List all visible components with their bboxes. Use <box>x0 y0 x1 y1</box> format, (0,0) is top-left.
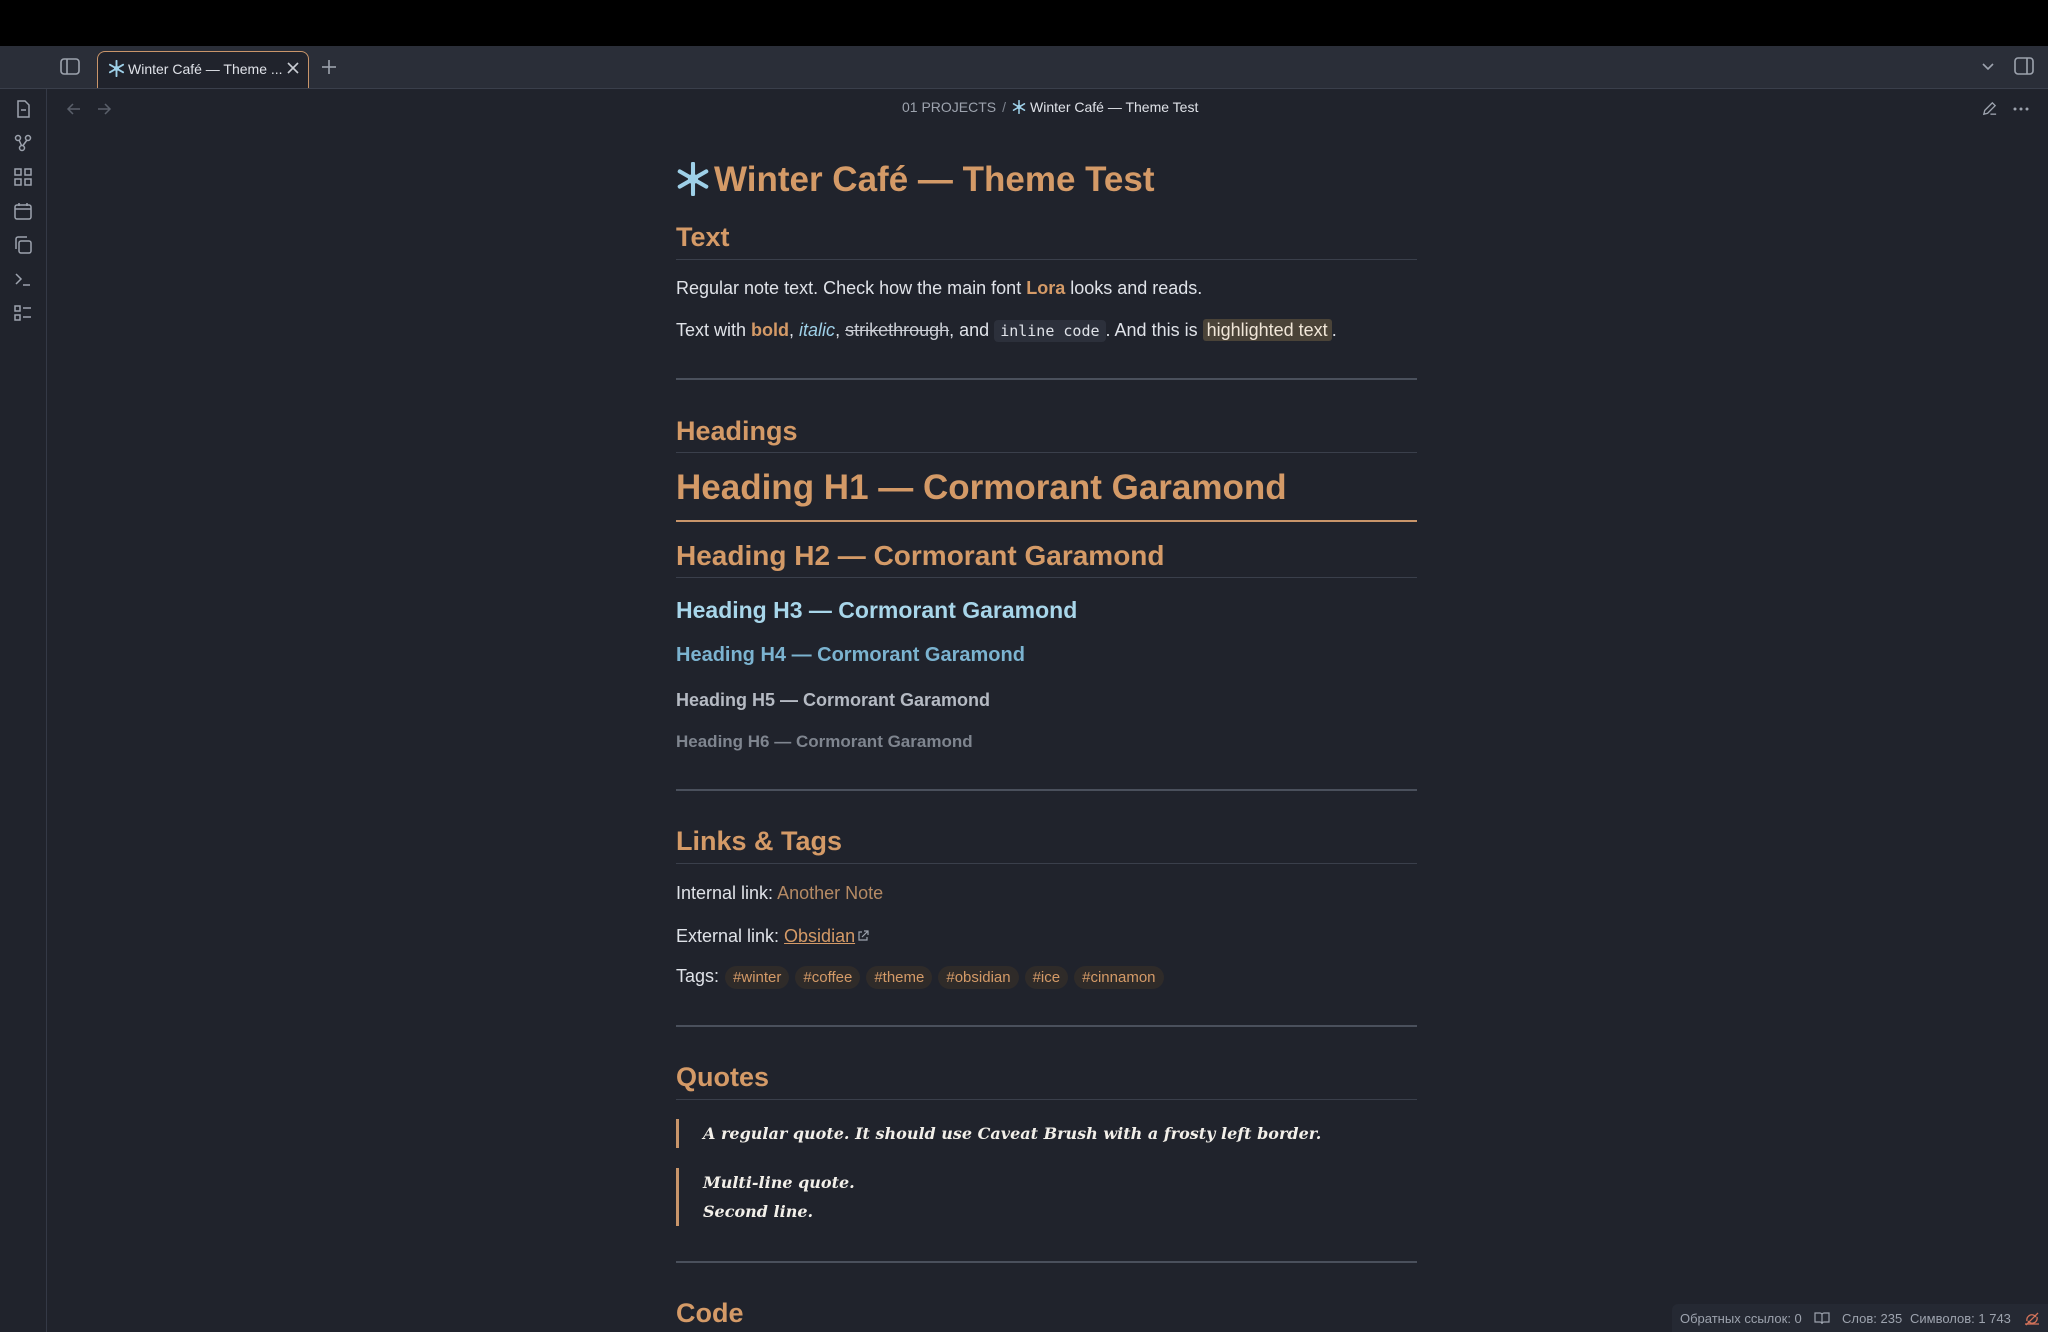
paragraph-font: Regular note text. Check how the main fo… <box>676 278 1203 298</box>
paragraph-formatting: Text with bold, italic, strikethrough, a… <box>676 319 1337 342</box>
horizontal-rule <box>676 789 1417 791</box>
section-heading-text: Text <box>676 222 730 252</box>
horizontal-rule <box>676 378 1417 380</box>
note-title-text: Winter Café — Theme Test <box>714 160 1155 199</box>
internal-link[interactable]: Another Note <box>777 883 883 903</box>
tag[interactable]: #obsidian <box>938 966 1019 989</box>
copy-icon[interactable] <box>13 235 33 255</box>
window-top-bar <box>0 0 2048 46</box>
external-link-icon <box>858 930 869 941</box>
quote-line: A regular quote. It should use Caveat Br… <box>703 1124 1322 1143</box>
blockquote: A regular quote. It should use Caveat Br… <box>676 1119 1417 1148</box>
heading-h6: Heading H6 — Cormorant Garamond <box>676 732 973 751</box>
tags-row: Tags: #winter #coffee #theme #obsidian #ice #c… <box>676 966 1164 989</box>
blockquote-multiline: Multi-line quote. Second line. <box>676 1168 1417 1226</box>
tag[interactable]: #cinnamon <box>1074 966 1164 989</box>
right-sidebar-toggle-icon[interactable] <box>2014 57 2034 75</box>
calendar-icon[interactable] <box>13 201 33 221</box>
book-icon[interactable] <box>1814 1311 1830 1325</box>
heading-underline <box>676 1099 1417 1100</box>
tab-bar: Winter Café — Theme ... <box>0 46 2048 89</box>
section-heading-headings: Headings <box>676 416 798 446</box>
left-sidebar-toggle-icon[interactable] <box>60 58 80 75</box>
left-ribbon <box>0 89 47 1332</box>
breadcrumb-current-label: Winter Café — Theme Test <box>1030 99 1199 115</box>
heading-underline <box>676 452 1417 453</box>
tag[interactable]: #winter <box>725 966 790 989</box>
breadcrumb: 01 PROJECTS / Winter Café — Theme Test <box>902 99 1198 115</box>
horizontal-rule <box>676 1025 1417 1027</box>
breadcrumb-separator: / <box>1002 99 1007 115</box>
snowflake-icon <box>108 60 125 77</box>
heading-h1: Heading H1 — Cormorant Garamond <box>676 468 1287 507</box>
highlighted-text: highlighted text <box>1202 319 1332 341</box>
internal-link-row: Internal link: Another Note <box>676 883 884 903</box>
pencil-icon[interactable] <box>1981 100 1998 117</box>
more-options-icon[interactable] <box>2012 100 2030 118</box>
snowflake-icon <box>677 162 709 196</box>
graph-icon[interactable] <box>13 133 33 153</box>
section-heading-code: Code <box>676 1298 744 1328</box>
status-bar: Обратных ссылок: 0 Слов: 235 Символов: 1… <box>1672 1304 2048 1332</box>
quote-line: Second line. <box>703 1202 814 1221</box>
heading-underline <box>676 259 1417 260</box>
checklist-icon[interactable] <box>13 303 33 323</box>
sync-off-icon[interactable] <box>2024 1311 2040 1327</box>
heading-h5: Heading H5 — Cormorant Garamond <box>676 690 991 710</box>
close-icon[interactable] <box>286 61 300 75</box>
heading-h4: Heading H4 — Cormorant Garamond <box>676 644 1025 666</box>
chevron-down-icon[interactable] <box>1980 61 1996 73</box>
char-count: Символов: 1 743 <box>1910 1311 2011 1326</box>
new-tab-plus-icon[interactable] <box>320 58 338 76</box>
arrow-left-icon[interactable] <box>65 100 83 118</box>
breadcrumb-folder[interactable]: 01 PROJECTS <box>902 99 996 115</box>
section-heading-links: Links & Tags <box>676 826 843 856</box>
grid-icon[interactable] <box>13 167 33 187</box>
external-link[interactable]: Obsidian <box>784 926 855 946</box>
heading-h3: Heading H3 — Cormorant Garamond <box>676 597 1078 623</box>
file-icon[interactable] <box>13 99 33 119</box>
heading-h2: Heading H2 — Cormorant Garamond <box>676 540 1165 571</box>
tag[interactable]: #ice <box>1024 966 1069 989</box>
h1-underline <box>676 520 1417 522</box>
quote-line: Multi-line quote. <box>703 1173 855 1192</box>
tag[interactable]: #theme <box>866 966 933 989</box>
snowflake-icon <box>1012 100 1026 114</box>
italic-text: italic <box>799 320 836 340</box>
horizontal-rule <box>676 1261 1417 1263</box>
tab-title: Winter Café — Theme ... <box>128 61 283 77</box>
section-heading-quotes: Quotes <box>676 1062 770 1092</box>
external-link-row: External link: Obsidian <box>676 926 869 947</box>
note-title: Winter Café — Theme Test <box>676 160 1155 200</box>
h2-underline <box>676 577 1417 578</box>
heading-underline <box>676 863 1417 864</box>
breadcrumb-current[interactable]: Winter Café — Theme Test <box>1012 99 1198 115</box>
tab-active-note[interactable]: Winter Café — Theme ... <box>97 51 309 88</box>
bold-text: bold <box>751 320 790 340</box>
terminal-icon[interactable] <box>13 269 33 289</box>
tag[interactable]: #coffee <box>795 966 861 989</box>
arrow-right-icon[interactable] <box>95 100 113 118</box>
inline-code: inline code <box>994 320 1106 342</box>
strikethrough-text: strikethrough <box>845 320 950 340</box>
backlinks-count[interactable]: Обратных ссылок: 0 <box>1680 1311 1802 1326</box>
word-count: Слов: 235 <box>1842 1311 1903 1326</box>
font-name: Lora <box>1026 278 1066 298</box>
